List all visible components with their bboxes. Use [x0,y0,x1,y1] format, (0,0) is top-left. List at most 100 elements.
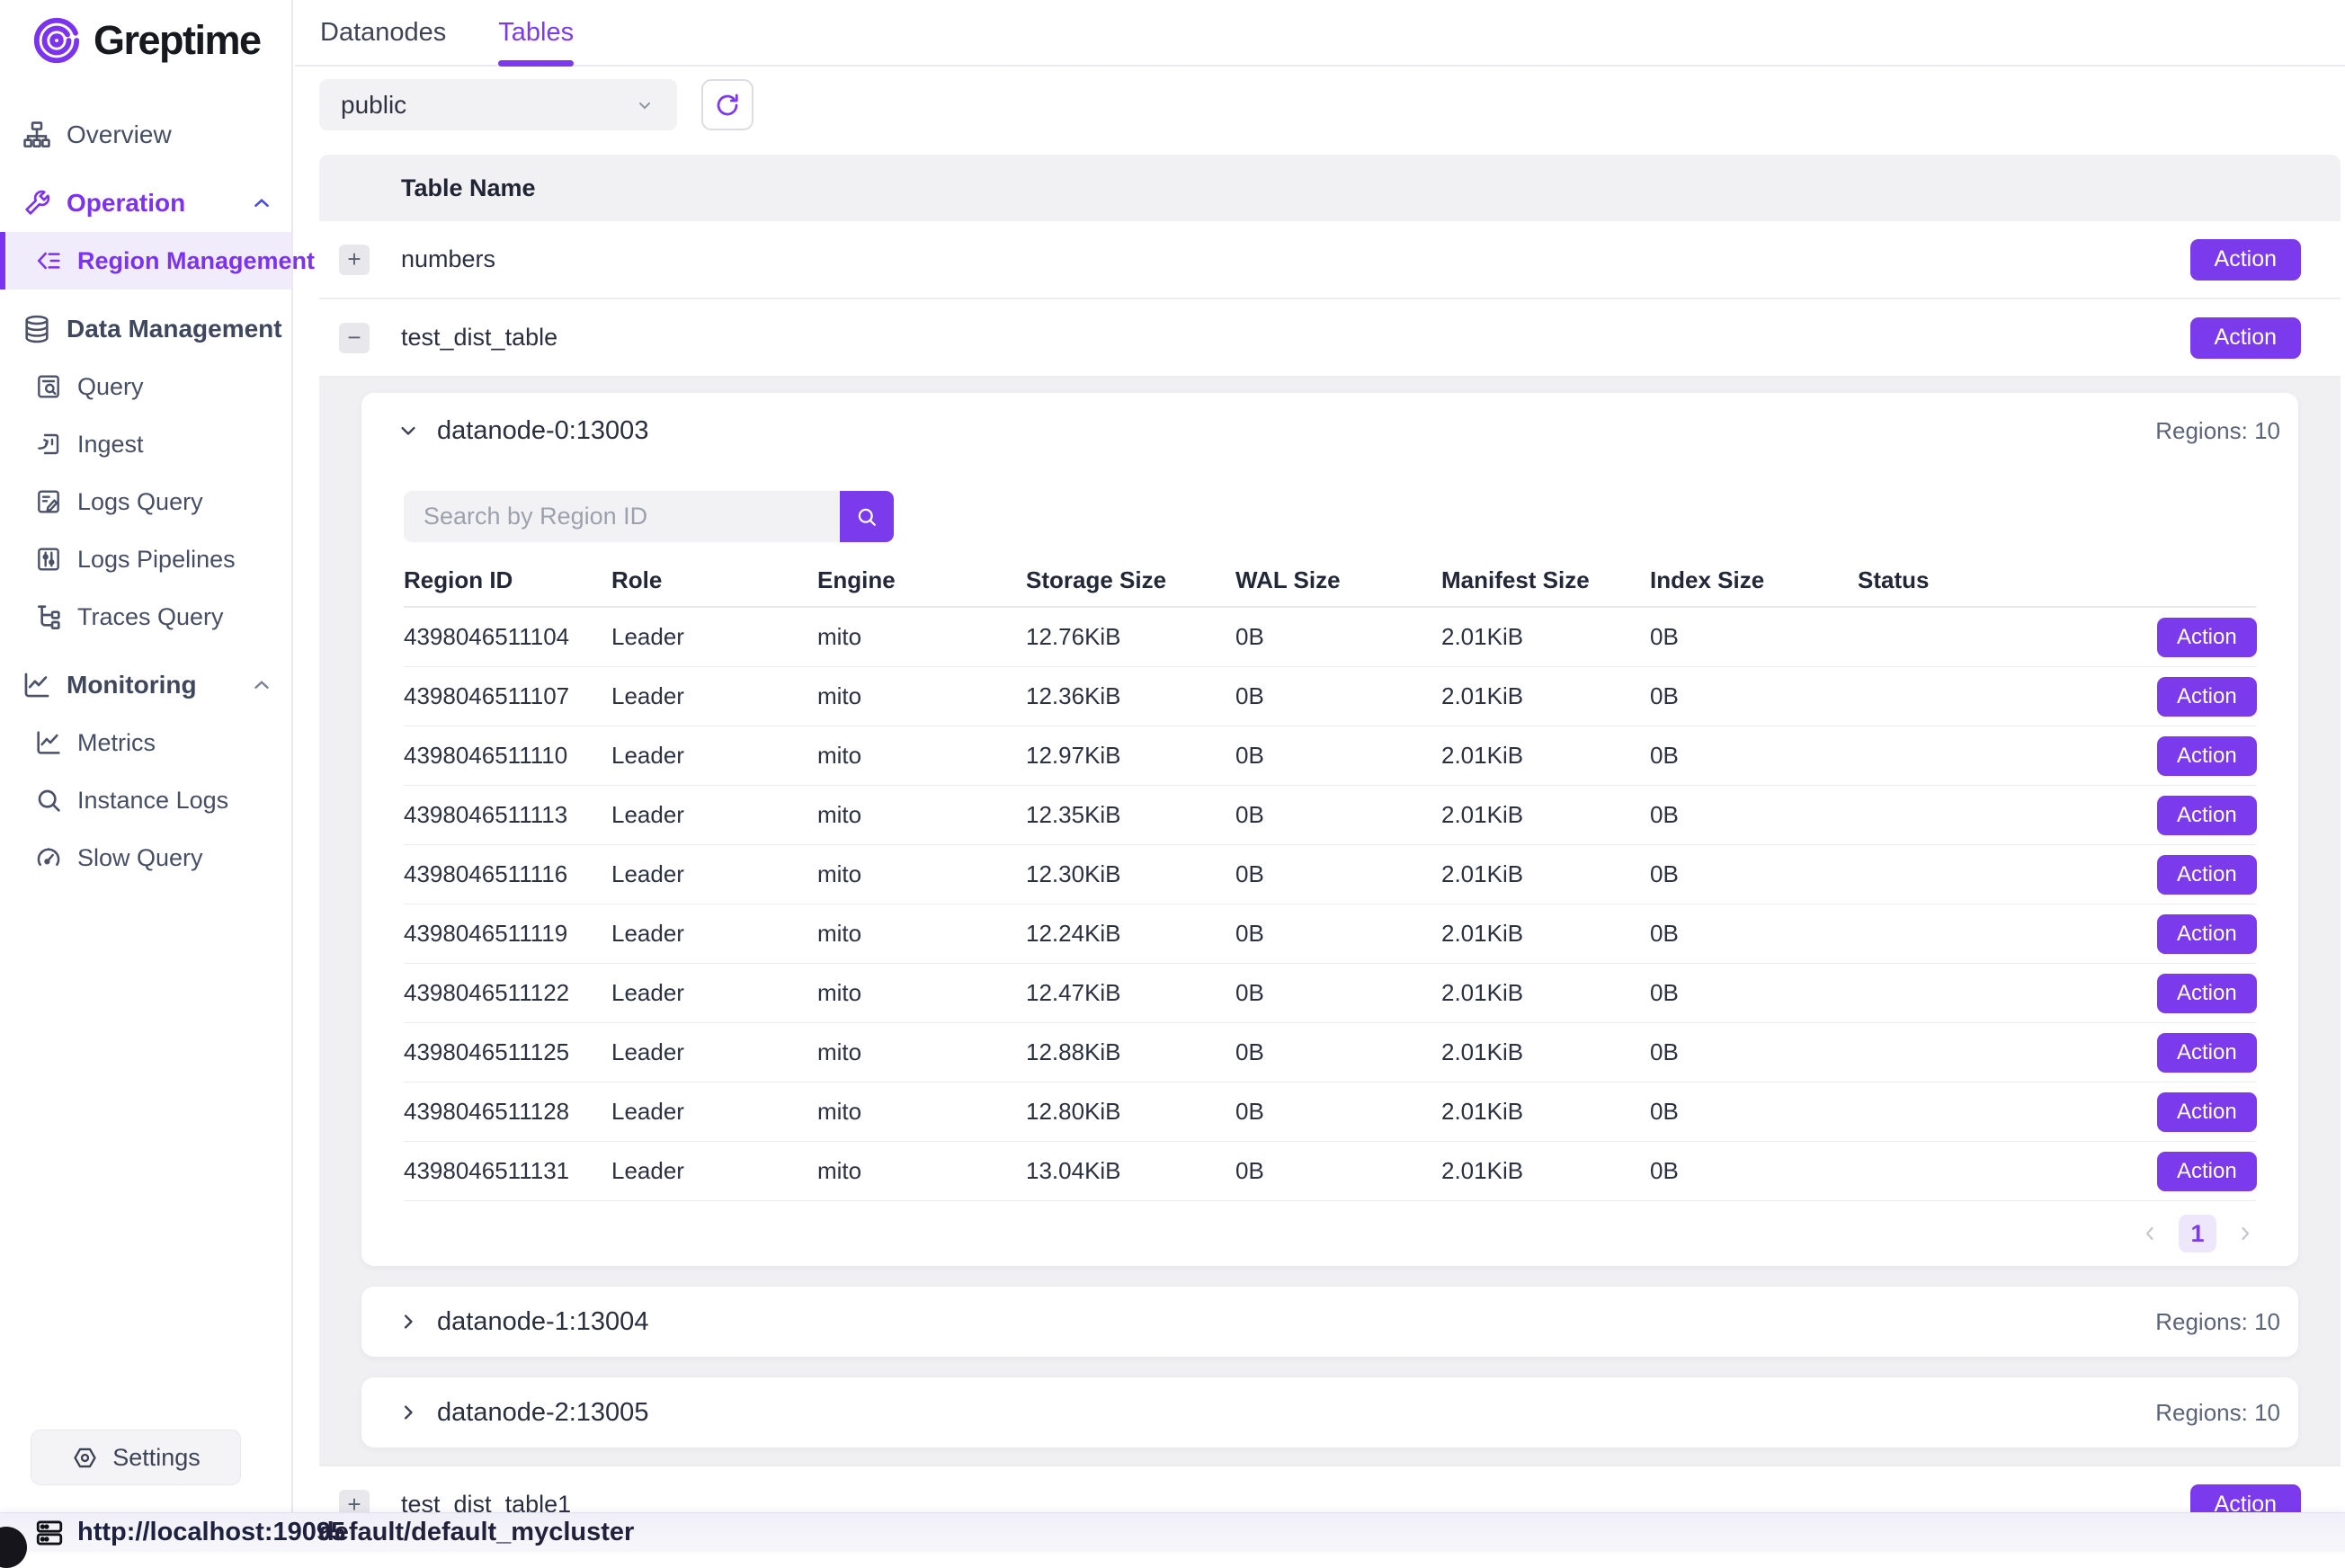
engine-cell: mito [817,1038,1026,1066]
region-action-button[interactable]: Action [2157,796,2257,835]
sidebar-item-logs-query[interactable]: Logs Query [0,473,291,530]
tree-icon [34,602,63,631]
col-wal-size: WAL Size [1235,566,1441,594]
table-name-cell: test_dist_table [401,324,557,352]
region-search-input[interactable] [404,491,840,542]
brand-name: Greptime [94,17,261,64]
col-status: Status [1858,566,2157,594]
storage-size-cell: 12.80KiB [1026,1098,1235,1126]
pagination: 1 [404,1201,2256,1266]
sidebar-item-overview[interactable]: Overview [0,106,291,164]
storage-size-cell: 12.97KiB [1026,742,1235,770]
corner-widget [0,1527,27,1568]
region-action-button[interactable]: Action [2157,1092,2257,1132]
region-action-button[interactable]: Action [2157,974,2257,1013]
manifest-size-cell: 2.01KiB [1441,920,1650,948]
sidebar-item-label: Ingest [77,431,144,459]
sidebar-nav: Overview Operation Region Management Dat… [0,106,291,886]
region-id-cell: 4398046511104 [404,623,611,651]
gauge-icon [34,843,63,872]
next-page-button[interactable] [2234,1223,2256,1244]
chevron-right-icon [396,1400,421,1425]
sidebar-item-label: Instance Logs [77,787,228,815]
wal-size-cell: 0B [1235,682,1441,710]
region-action-button[interactable]: Action [2157,1152,2257,1191]
manifest-size-cell: 2.01KiB [1441,1098,1650,1126]
sidebar-item-metrics[interactable]: Metrics [0,714,291,771]
region-id-cell: 4398046511128 [404,1098,611,1126]
refresh-button[interactable] [701,79,753,130]
wal-size-cell: 0B [1235,1157,1441,1185]
tables-container: Table Name + numbers Action − test_dist_… [319,155,2341,1545]
engine-cell: mito [817,979,1026,1007]
storage-size-cell: 12.88KiB [1026,1038,1235,1066]
index-size-cell: 0B [1650,801,1858,829]
col-index-size: Index Size [1650,566,1858,594]
sidebar-item-query[interactable]: Query [0,358,291,415]
chevron-right-icon [2234,1223,2256,1244]
role-cell: Leader [611,682,817,710]
tab-datanodes[interactable]: Datanodes [320,0,446,65]
index-size-cell: 0B [1650,979,1858,1007]
col-role: Role [611,566,817,594]
region-action-button[interactable]: Action [2157,1033,2257,1073]
prev-page-button[interactable] [2139,1223,2161,1244]
sidebar-item-traces-query[interactable]: Traces Query [0,588,291,646]
region-action-button[interactable]: Action [2157,618,2257,657]
greptime-logo-icon [31,14,83,67]
manifest-size-cell: 2.01KiB [1441,742,1650,770]
region-id-cell: 4398046511131 [404,1157,611,1185]
storage-size-cell: 12.24KiB [1026,920,1235,948]
datanode-card: datanode-2:13005 Regions: 10 [361,1377,2298,1448]
col-storage-size: Storage Size [1026,566,1235,594]
region-id-cell: 4398046511122 [404,979,611,1007]
tab-tables[interactable]: Tables [498,0,574,65]
manifest-size-cell: 2.01KiB [1441,1157,1650,1185]
role-cell: Leader [611,920,817,948]
datanode-name: datanode-0:13003 [437,416,648,446]
sidebar-item-data-management[interactable]: Data Management [0,300,291,358]
region-search [404,491,2256,542]
sidebar-item-logs-pipelines[interactable]: Logs Pipelines [0,530,291,588]
storage-size-cell: 12.30KiB [1026,860,1235,888]
col-engine: Engine [817,566,1026,594]
settings-button[interactable]: Settings [31,1430,241,1485]
collapse-button[interactable]: − [339,323,370,353]
sidebar-item-slow-query[interactable]: Slow Query [0,829,291,886]
region-action-button[interactable]: Action [2157,677,2257,717]
table-action-button[interactable]: Action [2190,317,2301,359]
region-action-button[interactable]: Action [2157,736,2257,776]
datanode-header[interactable]: datanode-1:13004 Regions: 10 [361,1287,2298,1357]
datanode-name: datanode-2:13005 [437,1398,648,1428]
sidebar-item-region-management[interactable]: Region Management [0,232,291,290]
page-1-button[interactable]: 1 [2179,1215,2216,1252]
sidebar-item-ingest[interactable]: Ingest [0,415,291,473]
database-select[interactable]: public [319,79,677,130]
storage-size-cell: 13.04KiB [1026,1157,1235,1185]
sidebar-item-monitoring[interactable]: Monitoring [0,656,291,714]
chevron-up-icon [250,192,273,215]
region-action-button[interactable]: Action [2157,914,2257,954]
region-id-cell: 4398046511107 [404,682,611,710]
sidebar-item-instance-logs[interactable]: Instance Logs [0,771,291,829]
datanode-header[interactable]: datanode-0:13003 Regions: 10 [361,393,2298,468]
col-region-id: Region ID [404,566,611,594]
datanode-header[interactable]: datanode-2:13005 Regions: 10 [361,1377,2298,1448]
role-cell: Leader [611,1098,817,1126]
wal-size-cell: 0B [1235,623,1441,651]
ingest-icon [34,430,63,459]
datanodes-section: datanode-0:13003 Regions: 10 Region ID R… [319,378,2341,1466]
gear-icon [71,1444,99,1472]
role-cell: Leader [611,1038,817,1066]
region-action-button[interactable]: Action [2157,855,2257,895]
region-search-button[interactable] [840,491,894,542]
cluster-name: default/default_mycluster [318,1513,634,1552]
sidebar-item-label: Monitoring [67,671,197,699]
expand-button[interactable]: + [339,245,370,275]
role-cell: Leader [611,801,817,829]
region-id-cell: 4398046511116 [404,860,611,888]
chevron-down-icon [396,418,421,443]
sidebar-item-operation[interactable]: Operation [0,174,291,232]
table-action-button[interactable]: Action [2190,239,2301,281]
tab-label: Datanodes [320,18,446,48]
